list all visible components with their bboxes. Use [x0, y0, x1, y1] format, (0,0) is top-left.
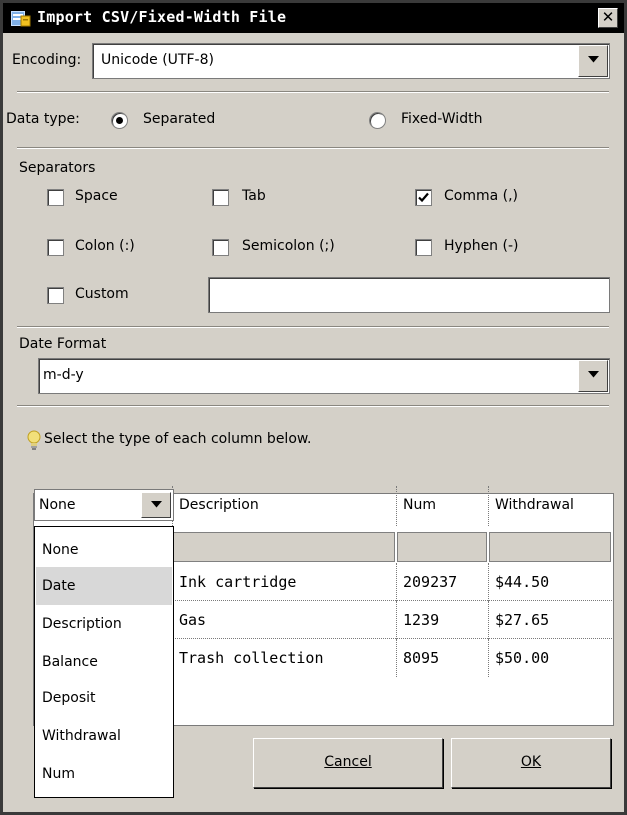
- separators-heading: Separators: [19, 160, 96, 176]
- column-type-cell[interactable]: [173, 532, 395, 562]
- fixed-width-radio[interactable]: [369, 112, 386, 129]
- custom-label: Custom: [75, 286, 129, 302]
- separated-label: Separated: [143, 111, 216, 127]
- column-header-description[interactable]: Description: [172, 486, 396, 526]
- tab-checkbox[interactable]: [212, 189, 229, 206]
- separator-line: [17, 91, 609, 93]
- dropdown-option-balance[interactable]: Balance: [36, 643, 172, 681]
- hyphen-label: Hyphen (-): [444, 238, 519, 254]
- table-cell: 209237: [396, 563, 488, 601]
- column-type-value: None: [39, 497, 76, 513]
- header-label: Description: [179, 497, 259, 513]
- table-cell: 8095: [396, 639, 488, 677]
- encoding-label: Encoding:: [12, 52, 82, 68]
- comma-checkbox[interactable]: [415, 189, 432, 206]
- header-label: Num: [403, 497, 436, 513]
- fixed-width-label: Fixed-Width: [401, 111, 483, 127]
- separated-radio[interactable]: [111, 112, 128, 129]
- header-label: Withdrawal: [495, 497, 574, 513]
- column-header-num[interactable]: Num: [396, 486, 488, 526]
- date-format-select[interactable]: m-d-y: [38, 358, 610, 394]
- space-checkbox[interactable]: [47, 189, 64, 206]
- encoding-select[interactable]: Unicode (UTF-8): [92, 43, 610, 79]
- table-cell: Gas: [172, 601, 396, 639]
- separator-line: [17, 147, 609, 149]
- cancel-label: Cancel: [324, 754, 372, 770]
- checkmark-icon: [418, 192, 429, 203]
- table-cell: $50.00: [488, 639, 612, 677]
- table-cell: 1239: [396, 601, 488, 639]
- app-icon: [11, 11, 31, 27]
- dropdown-option-num[interactable]: Num: [36, 755, 172, 793]
- chevron-down-icon: [151, 501, 162, 508]
- space-label: Space: [75, 188, 118, 204]
- column-type-cell[interactable]: [397, 532, 487, 562]
- lightbulb-icon: [27, 430, 41, 450]
- column-type-cell[interactable]: [489, 532, 611, 562]
- dropdown-option-deposit[interactable]: Deposit: [36, 679, 172, 717]
- dropdown-option-description[interactable]: Description: [36, 605, 172, 643]
- chevron-down-icon: [588, 371, 599, 378]
- dropdown-option-date[interactable]: Date: [36, 567, 172, 605]
- table-cell: Ink cartridge: [172, 563, 396, 601]
- date-format-value: m-d-y: [43, 367, 84, 383]
- date-format-heading: Date Format: [19, 336, 107, 352]
- colon-checkbox[interactable]: [47, 239, 64, 256]
- ok-button[interactable]: OK: [451, 738, 611, 788]
- separator-line: [17, 405, 609, 407]
- table-cell: Trash collection: [172, 639, 396, 677]
- table-cell: $44.50: [488, 563, 612, 601]
- column-type-dropdown-button[interactable]: [141, 492, 171, 518]
- data-type-label: Data type:: [6, 111, 80, 127]
- custom-checkbox[interactable]: [47, 287, 64, 304]
- close-button[interactable]: ✕: [598, 8, 618, 28]
- table-cell: $27.65: [488, 601, 612, 639]
- chevron-down-icon: [588, 56, 599, 63]
- semicolon-checkbox[interactable]: [212, 239, 229, 256]
- separator-line: [17, 326, 609, 328]
- dropdown-option-withdrawal[interactable]: Withdrawal: [36, 717, 172, 755]
- close-icon: ✕: [601, 8, 615, 26]
- column-type-dropdown-list: None Date Description Balance Deposit Wi…: [34, 526, 174, 798]
- semicolon-label: Semicolon (;): [242, 238, 335, 254]
- hyphen-checkbox[interactable]: [415, 239, 432, 256]
- ok-label: OK: [520, 754, 542, 770]
- window-title: Import CSV/Fixed-Width File: [37, 8, 287, 26]
- encoding-value: Unicode (UTF-8): [101, 52, 214, 68]
- title-bar: Import CSV/Fixed-Width File ✕: [3, 3, 624, 33]
- date-format-dropdown-button[interactable]: [578, 360, 608, 392]
- cancel-button[interactable]: Cancel: [253, 738, 443, 788]
- dropdown-option-none[interactable]: None: [36, 531, 172, 569]
- comma-label: Comma (,): [444, 188, 519, 204]
- import-dialog: Import CSV/Fixed-Width File ✕ Encoding: …: [0, 0, 627, 815]
- custom-separator-input[interactable]: [208, 277, 610, 313]
- colon-label: Colon (:): [75, 238, 135, 254]
- tab-label: Tab: [242, 188, 266, 204]
- column-type-hint: Select the type of each column below.: [44, 431, 312, 447]
- column-header-withdrawal[interactable]: Withdrawal: [488, 486, 612, 526]
- column-type-select[interactable]: None: [34, 489, 174, 521]
- encoding-dropdown-button[interactable]: [578, 45, 608, 77]
